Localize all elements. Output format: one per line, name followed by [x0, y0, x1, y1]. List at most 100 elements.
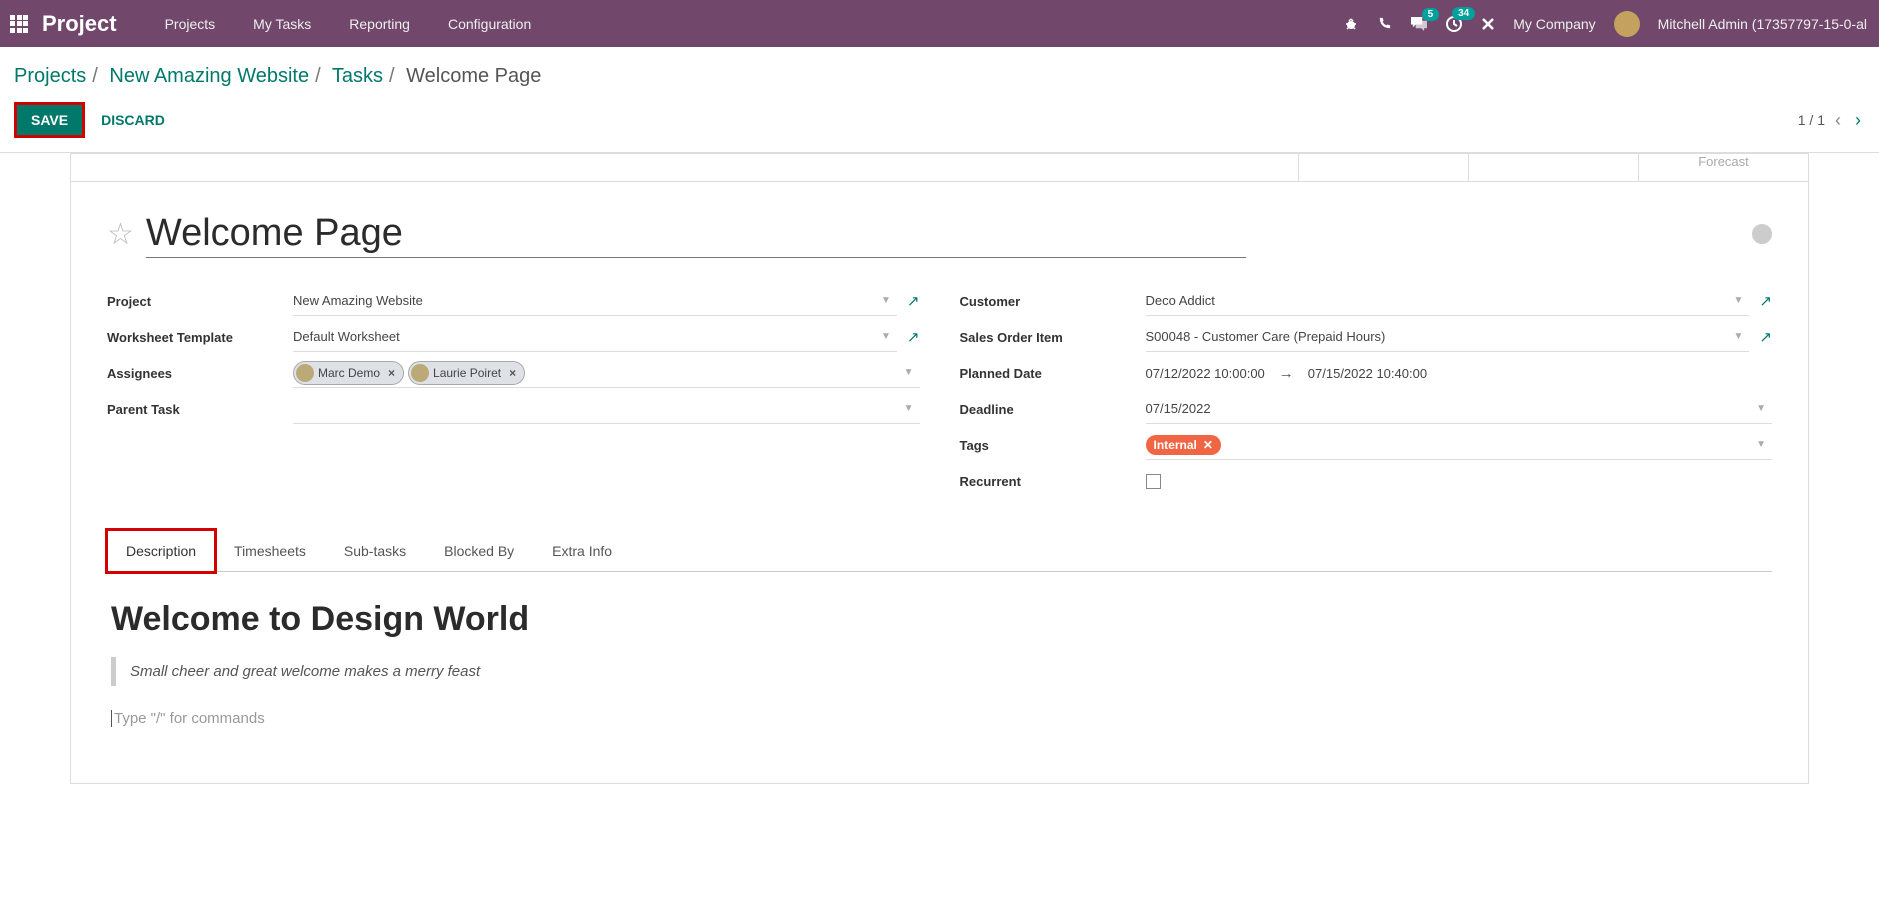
- form-sheet: Forecast ☆ Project New Amazing Website ▼: [70, 153, 1809, 784]
- tabs: Description Timesheets Sub-tasks Blocked…: [107, 530, 1772, 572]
- avatar-icon: [411, 364, 429, 382]
- external-link-icon[interactable]: ↗: [1759, 328, 1772, 346]
- top-nav: Project Projects My Tasks Reporting Conf…: [0, 0, 1879, 47]
- actions-bar: SAVE DISCARD 1 / 1 ‹ ›: [0, 90, 1879, 153]
- description-body[interactable]: Welcome to Design World Small cheer and …: [107, 572, 1772, 755]
- pager-prev-icon[interactable]: ‹: [1831, 106, 1845, 135]
- field-sales-order[interactable]: S00048 - Customer Care (Prepaid Hours) ▼: [1146, 322, 1750, 352]
- label-worksheet: Worksheet Template: [107, 330, 293, 345]
- title-row: ☆: [107, 210, 1772, 258]
- chevron-down-icon[interactable]: ▼: [875, 295, 897, 306]
- recurrent-checkbox[interactable]: [1146, 474, 1161, 489]
- breadcrumb: Projects/ New Amazing Website/ Tasks/ We…: [14, 65, 1865, 88]
- field-planned-date[interactable]: 07/12/2022 10:00:00 → 07/15/2022 10:40:0…: [1146, 358, 1773, 388]
- chevron-down-icon[interactable]: ▼: [898, 403, 920, 414]
- chevron-down-icon[interactable]: ▼: [1728, 295, 1750, 306]
- breadcrumb-bar: Projects/ New Amazing Website/ Tasks/ We…: [0, 47, 1879, 90]
- discard-button[interactable]: DISCARD: [91, 104, 175, 136]
- tab-subtasks[interactable]: Sub-tasks: [325, 530, 425, 571]
- chevron-down-icon[interactable]: ▼: [898, 367, 920, 378]
- fields-grid: Project New Amazing Website ▼ ↗ Workshee…: [107, 284, 1772, 500]
- kanban-state-icon[interactable]: [1752, 224, 1772, 244]
- value-deadline: 07/15/2022: [1146, 401, 1211, 416]
- company-selector[interactable]: My Company: [1513, 16, 1595, 32]
- tab-timesheets[interactable]: Timesheets: [215, 530, 325, 571]
- crumb-current: Welcome Page: [406, 65, 541, 87]
- label-planned: Planned Date: [960, 366, 1146, 381]
- tag-label: Internal: [1154, 438, 1197, 452]
- assignee-chip[interactable]: Laurie Poiret×: [408, 361, 525, 385]
- field-deadline[interactable]: 07/15/2022 ▼: [1146, 394, 1773, 424]
- field-parent-task[interactable]: ▼: [293, 394, 920, 424]
- nav-projects[interactable]: Projects: [147, 10, 234, 38]
- description-heading[interactable]: Welcome to Design World: [111, 600, 1768, 639]
- value-customer: Deco Addict: [1146, 293, 1215, 308]
- external-link-icon[interactable]: ↗: [1759, 292, 1772, 310]
- messages-badge: 5: [1422, 8, 1440, 21]
- external-link-icon[interactable]: ↗: [907, 292, 920, 310]
- activities-badge: 34: [1452, 7, 1475, 20]
- arrow-right-icon: →: [1279, 365, 1294, 382]
- assignee-name: Marc Demo: [318, 366, 380, 380]
- pager-next-icon[interactable]: ›: [1851, 106, 1865, 135]
- chevron-down-icon[interactable]: ▼: [875, 331, 897, 342]
- description-placeholder[interactable]: Type "/" for commands: [111, 710, 1768, 727]
- external-link-icon[interactable]: ↗: [907, 328, 920, 346]
- value-sales-order: S00048 - Customer Care (Prepaid Hours): [1146, 329, 1386, 344]
- field-customer[interactable]: Deco Addict ▼: [1146, 286, 1750, 316]
- nav-links: Projects My Tasks Reporting Configuratio…: [147, 10, 550, 38]
- label-deadline: Deadline: [960, 402, 1146, 417]
- avatar-icon: [296, 364, 314, 382]
- pager-count: 1 / 1: [1798, 112, 1825, 128]
- apps-icon[interactable]: [10, 15, 28, 33]
- phone-icon[interactable]: [1377, 16, 1392, 31]
- field-assignees[interactable]: Marc Demo × Laurie Poiret× ▼: [293, 358, 920, 388]
- remove-icon[interactable]: ✕: [1203, 438, 1213, 452]
- pager: 1 / 1 ‹ ›: [1798, 106, 1865, 135]
- value-project: New Amazing Website: [293, 293, 423, 308]
- field-project[interactable]: New Amazing Website ▼: [293, 286, 897, 316]
- crumb-projects[interactable]: Projects: [14, 65, 86, 87]
- tab-blocked-by[interactable]: Blocked By: [425, 530, 533, 571]
- activities-icon[interactable]: 34: [1445, 15, 1463, 33]
- save-button[interactable]: SAVE: [17, 105, 82, 135]
- label-project: Project: [107, 294, 293, 309]
- description-quote[interactable]: Small cheer and great welcome makes a me…: [111, 657, 1768, 686]
- stat-btn-2[interactable]: [1468, 154, 1638, 181]
- avatar[interactable]: [1614, 11, 1640, 37]
- label-parent: Parent Task: [107, 402, 293, 417]
- tag-chip[interactable]: Internal ✕: [1146, 435, 1221, 455]
- stat-btn-1[interactable]: [1298, 154, 1468, 181]
- label-customer: Customer: [960, 294, 1146, 309]
- user-menu[interactable]: Mitchell Admin (17357797-15-0-al: [1658, 16, 1867, 32]
- tab-extra-info[interactable]: Extra Info: [533, 530, 631, 571]
- remove-icon[interactable]: ×: [384, 366, 399, 380]
- app-brand[interactable]: Project: [42, 11, 117, 37]
- nav-reporting[interactable]: Reporting: [331, 10, 428, 38]
- fields-left: Project New Amazing Website ▼ ↗ Workshee…: [107, 284, 920, 500]
- task-title-input[interactable]: [146, 210, 1246, 258]
- chevron-down-icon[interactable]: ▼: [1728, 331, 1750, 342]
- assignee-chip[interactable]: Marc Demo ×: [293, 361, 404, 385]
- remove-icon[interactable]: ×: [505, 366, 520, 380]
- value-worksheet: Default Worksheet: [293, 329, 400, 344]
- chevron-down-icon[interactable]: ▼: [1750, 439, 1772, 450]
- chevron-down-icon[interactable]: ▼: [1750, 403, 1772, 414]
- close-icon[interactable]: [1481, 17, 1495, 31]
- tab-description[interactable]: Description: [107, 530, 215, 572]
- crumb-tasks[interactable]: Tasks: [332, 65, 383, 87]
- nav-my-tasks[interactable]: My Tasks: [235, 10, 329, 38]
- planned-from[interactable]: 07/12/2022 10:00:00: [1146, 366, 1265, 381]
- bug-icon[interactable]: [1343, 16, 1359, 32]
- messages-icon[interactable]: 5: [1410, 16, 1427, 31]
- planned-to[interactable]: 07/15/2022 10:40:00: [1308, 366, 1427, 381]
- stat-forecast[interactable]: Forecast: [1638, 154, 1808, 181]
- save-highlight: SAVE: [14, 102, 85, 138]
- field-worksheet[interactable]: Default Worksheet ▼: [293, 322, 897, 352]
- field-tags[interactable]: Internal ✕ ▼: [1146, 430, 1773, 460]
- crumb-project[interactable]: New Amazing Website: [109, 65, 309, 87]
- star-icon[interactable]: ☆: [107, 217, 134, 252]
- nav-configuration[interactable]: Configuration: [430, 10, 549, 38]
- stat-buttons-strip: Forecast: [71, 154, 1808, 182]
- content-area: Forecast ☆ Project New Amazing Website ▼: [0, 153, 1879, 784]
